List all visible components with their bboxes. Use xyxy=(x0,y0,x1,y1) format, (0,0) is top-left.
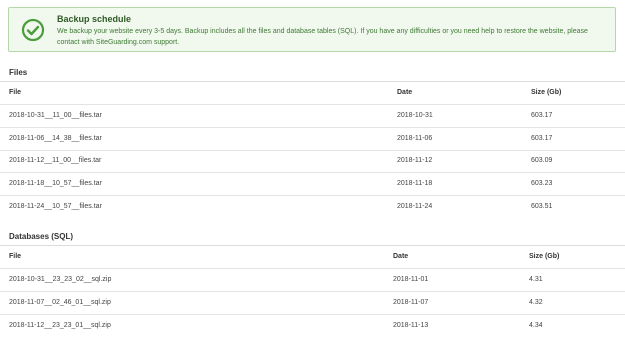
databases-col-size: Size (Gb) xyxy=(529,253,560,260)
table-row-date: 2018-11-01 xyxy=(393,276,429,283)
table-row-date: 2018-11-07 xyxy=(393,299,429,306)
table-row-date: 2018-11-13 xyxy=(393,322,429,329)
table-row-file-link[interactable]: 2018-11-18__10_57__files.tar xyxy=(9,180,102,187)
table-row-file-link[interactable]: 2018-11-12__11_00__files.tar xyxy=(9,157,101,164)
check-circle-icon xyxy=(21,18,45,42)
backup-schedule-notice: Backup schedule We backup your website e… xyxy=(8,7,616,52)
table-row-size: 603.17 xyxy=(531,135,553,142)
table-row-size: 603.09 xyxy=(531,157,553,164)
table-row-file-link[interactable]: 2018-11-12__23_23_01__sql.zip xyxy=(9,322,111,329)
table-row-file-link[interactable]: 2018-11-07__02_46_01__sql.zip xyxy=(9,299,111,306)
table-row-date: 2018-11-06 xyxy=(397,135,433,142)
table-row-size: 603.17 xyxy=(531,112,553,119)
table-row-size: 603.23 xyxy=(531,180,553,187)
files-col-size: Size (Gb) xyxy=(531,89,562,96)
table-row-file-link[interactable]: 2018-11-24__10_57__files.tar xyxy=(9,203,102,210)
table-row-file-link[interactable]: 2018-10-31__23_23_02__sql.zip xyxy=(9,276,111,283)
databases-title-divider xyxy=(0,245,625,246)
table-row-size: 4.34 xyxy=(529,322,543,329)
table-row-size: 4.32 xyxy=(529,299,543,306)
table-row-file-link[interactable]: 2018-10-31__11_00__files.tar xyxy=(9,112,102,119)
row-divider xyxy=(0,172,625,173)
files-section-title: Files xyxy=(9,68,28,77)
databases-section-title: Databases (SQL) xyxy=(9,232,74,241)
notice-text: We backup your website every 3-5 days. B… xyxy=(57,28,588,46)
table-row-size: 603.51 xyxy=(531,203,553,210)
table-row-date: 2018-11-18 xyxy=(397,180,433,187)
databases-col-file: File xyxy=(9,253,22,260)
databases-col-date: Date xyxy=(393,253,409,260)
table-row-file-link[interactable]: 2018-11-06__14_38__files.tar xyxy=(9,135,102,142)
row-divider xyxy=(0,195,625,196)
row-divider xyxy=(0,150,625,151)
table-row-date: 2018-11-24 xyxy=(397,203,433,210)
row-divider xyxy=(0,314,625,315)
table-row-size: 4.31 xyxy=(529,276,543,283)
row-divider xyxy=(0,127,625,128)
row-divider xyxy=(0,291,625,292)
files-col-date: Date xyxy=(397,89,413,96)
table-row-date: 2018-10-31 xyxy=(397,112,433,119)
table-row-date: 2018-11-12 xyxy=(397,157,433,164)
files-header-divider xyxy=(0,104,625,105)
files-col-file: File xyxy=(9,89,22,96)
backups-page: Backup schedule We backup your website e… xyxy=(0,0,625,338)
files-title-divider xyxy=(0,81,625,82)
databases-header-divider xyxy=(0,268,625,269)
notice-title: Backup schedule xyxy=(57,14,132,24)
